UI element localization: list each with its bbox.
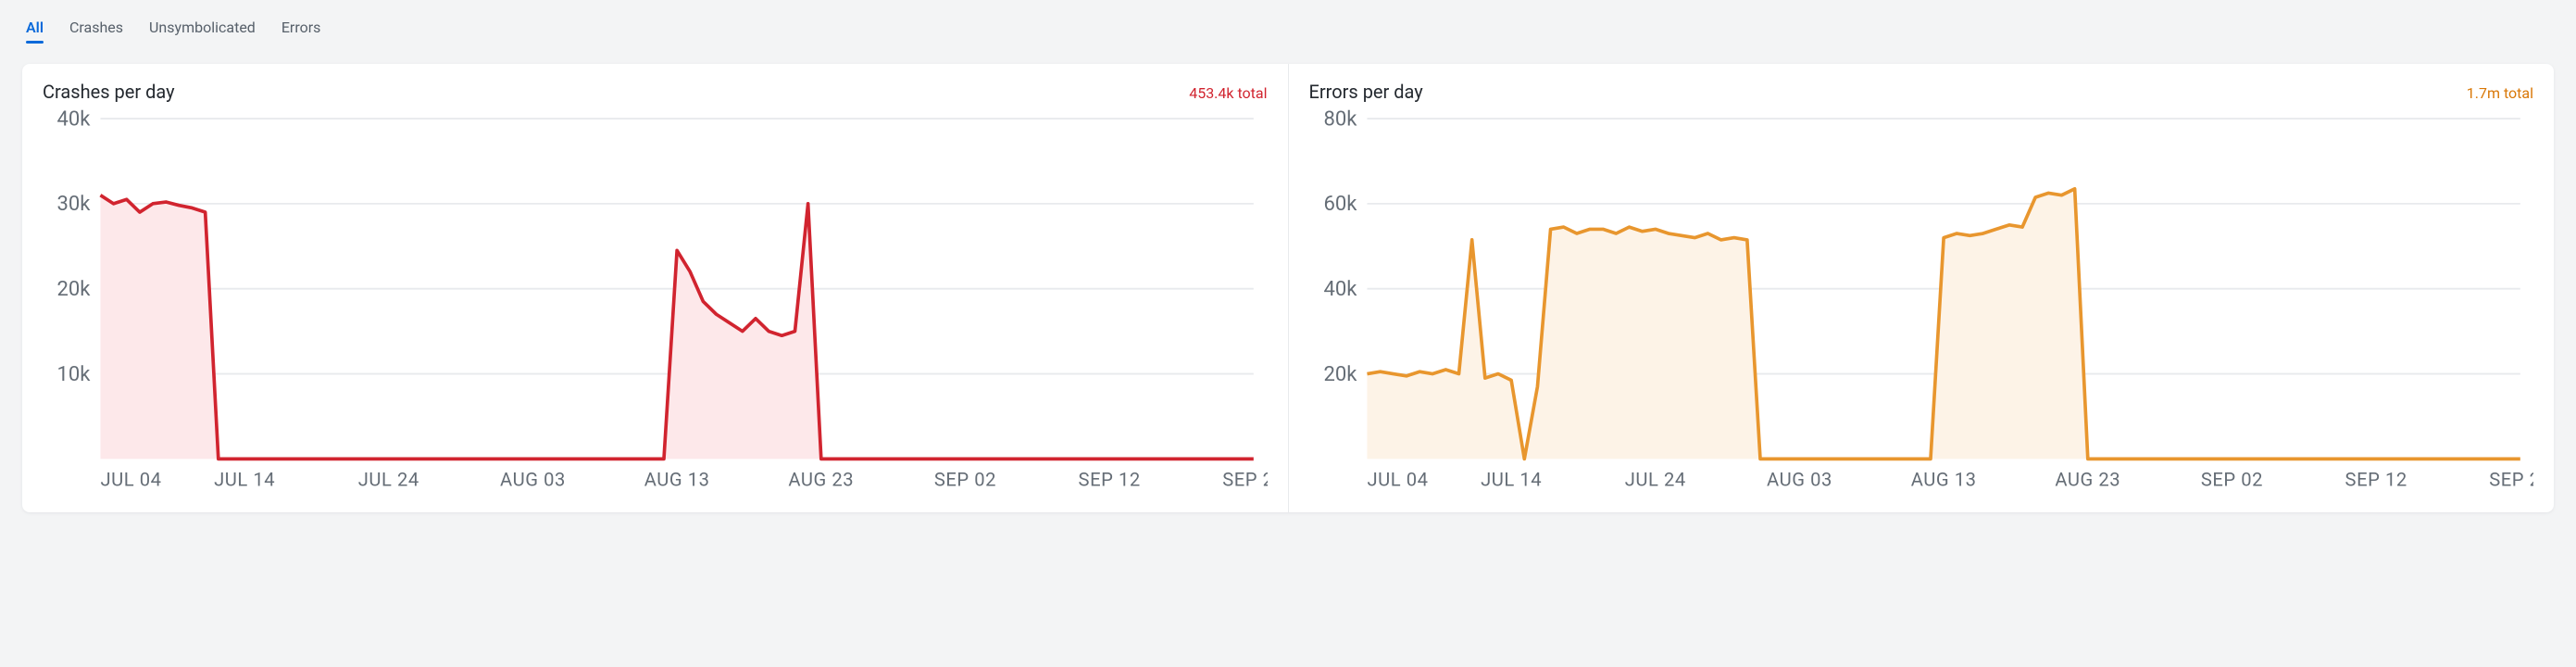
svg-text:SEP 12: SEP 12 — [1079, 469, 1141, 491]
panel-title: Errors per day — [1309, 81, 1423, 103]
svg-text:AUG 13: AUG 13 — [1910, 469, 1976, 491]
crashes-chart: 10k 20k 30k 40k JUL 04 JUL 14 JUL 24 AUG 03 AUG … — [43, 108, 1268, 503]
tab-unsymbolicated[interactable]: Unsymbolicated — [149, 19, 256, 44]
svg-text:SEP 02: SEP 02 — [2200, 469, 2262, 491]
svg-text:AUG 03: AUG 03 — [1767, 469, 1832, 491]
page-root: All Crashes Unsymbolicated Errors Crashes p… — [0, 0, 2576, 538]
crashes-total: 453.4k total — [1189, 84, 1267, 102]
panel-title: Crashes per day — [43, 81, 175, 103]
svg-text:SEP 12: SEP 12 — [2345, 469, 2407, 491]
errors-panel: Errors per day 1.7m total 20k 40k 60k 80k JU… — [1288, 64, 2555, 512]
svg-text:JUL 14: JUL 14 — [1481, 469, 1542, 491]
svg-text:40k: 40k — [1323, 278, 1357, 301]
svg-text:20k: 20k — [1323, 363, 1357, 386]
svg-text:80k: 80k — [1323, 108, 1357, 131]
tab-all[interactable]: All — [26, 19, 44, 44]
svg-text:AUG 03: AUG 03 — [500, 469, 566, 491]
svg-text:JUL 04: JUL 04 — [1367, 469, 1428, 491]
errors-total: 1.7m total — [2467, 84, 2533, 102]
panels: Crashes per day 453.4k total 10k 20k 30k 40… — [22, 64, 2554, 512]
svg-text:AUG 23: AUG 23 — [2055, 469, 2120, 491]
svg-text:40k: 40k — [56, 108, 91, 131]
svg-text:AUG 23: AUG 23 — [788, 469, 854, 491]
svg-text:JUL 24: JUL 24 — [358, 469, 419, 491]
tabs: All Crashes Unsymbolicated Errors — [22, 19, 2554, 44]
errors-chart: 20k 40k 60k 80k JUL 04 JUL 14 JUL 24 AUG 03 AUG … — [1309, 108, 2534, 503]
panel-header: Crashes per day 453.4k total — [43, 81, 1268, 103]
tab-crashes[interactable]: Crashes — [69, 19, 123, 44]
svg-text:20k: 20k — [56, 278, 91, 301]
svg-text:JUL 24: JUL 24 — [1624, 469, 1685, 491]
panel-header: Errors per day 1.7m total — [1309, 81, 2534, 103]
svg-text:30k: 30k — [56, 193, 91, 216]
svg-text:SEP 22: SEP 22 — [1222, 469, 1267, 491]
crashes-panel: Crashes per day 453.4k total 10k 20k 30k 40… — [22, 64, 1288, 512]
svg-text:AUG 13: AUG 13 — [644, 469, 710, 491]
svg-text:10k: 10k — [56, 363, 91, 386]
tab-errors[interactable]: Errors — [281, 19, 321, 44]
svg-text:SEP 02: SEP 02 — [934, 469, 996, 491]
svg-text:JUL 14: JUL 14 — [214, 469, 275, 491]
svg-text:60k: 60k — [1323, 193, 1357, 216]
svg-text:SEP 22: SEP 22 — [2489, 469, 2533, 491]
svg-text:JUL 04: JUL 04 — [100, 469, 161, 491]
